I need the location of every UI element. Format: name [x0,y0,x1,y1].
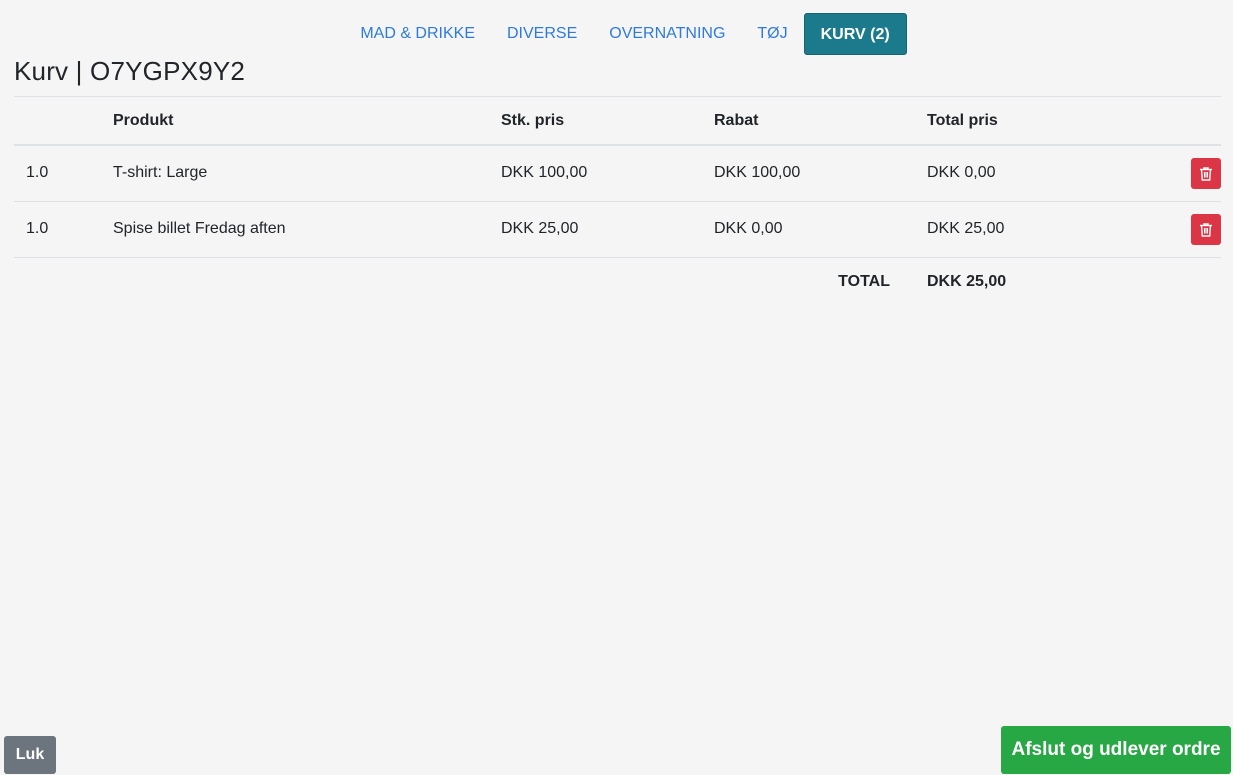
tab-overnatning[interactable]: OVERNATNING [593,13,741,55]
tab-mad-drikke[interactable]: MAD & DRIKKE [344,13,491,55]
trash-icon [1200,222,1212,237]
total-value: DKK 25,00 [927,273,1007,291]
total-label: TOTAL [838,273,890,291]
header-actions [1128,97,1221,146]
tab-toej[interactable]: TØJ [741,13,803,55]
table-row: 1.0 Spise billet Fredag aften DKK 25,00 … [14,201,1221,258]
delete-item-button[interactable] [1191,157,1221,189]
header-unit-price: Stk. pris [489,97,702,146]
tab-kurv[interactable]: KURV (2) [803,13,907,55]
header-product: Produkt [101,97,489,146]
header-qty [14,97,101,146]
total-row: TOTAL DKK 25,00 [14,257,1221,307]
delete-item-button[interactable] [1191,213,1221,245]
row-actions [1128,145,1221,202]
tab-diverse[interactable]: DIVERSE [491,13,593,55]
header-total-price: Total pris [915,97,1128,146]
total-spacer [1128,257,1221,307]
row-qty: 1.0 [14,145,101,202]
finish-order-button[interactable]: Afslut og udlever ordre [1001,726,1231,774]
row-discount: DKK 0,00 [702,201,915,258]
cart-table: Produkt Stk. pris Rabat Total pris 1.0 T… [14,97,1221,307]
row-unit-price: DKK 100,00 [489,145,702,202]
page-title: Kurv | O7YGPX9Y2 [14,56,246,86]
table-header-row: Produkt Stk. pris Rabat Total pris [14,97,1221,146]
header-discount: Rabat [702,97,915,146]
row-discount: DKK 100,00 [702,145,915,202]
page: MAD & DRIKKE DIVERSE OVERNATNING TØJ KUR… [0,0,1233,775]
trash-icon [1200,167,1212,181]
row-actions [1128,201,1221,258]
close-button[interactable]: Luk [4,736,56,774]
table-row: 1.0 T-shirt: Large DKK 100,00 DKK 100,00… [14,145,1221,202]
row-qty: 1.0 [14,201,101,258]
row-total-price: DKK 0,00 [915,145,1128,202]
row-product: T-shirt: Large [101,145,489,202]
category-nav-inner: MAD & DRIKKE DIVERSE OVERNATNING TØJ KUR… [344,13,907,55]
row-unit-price: DKK 25,00 [489,201,702,258]
row-total-price: DKK 25,00 [915,201,1128,258]
category-nav: MAD & DRIKKE DIVERSE OVERNATNING TØJ KUR… [0,13,1233,55]
row-product: Spise billet Fredag aften [101,201,489,258]
